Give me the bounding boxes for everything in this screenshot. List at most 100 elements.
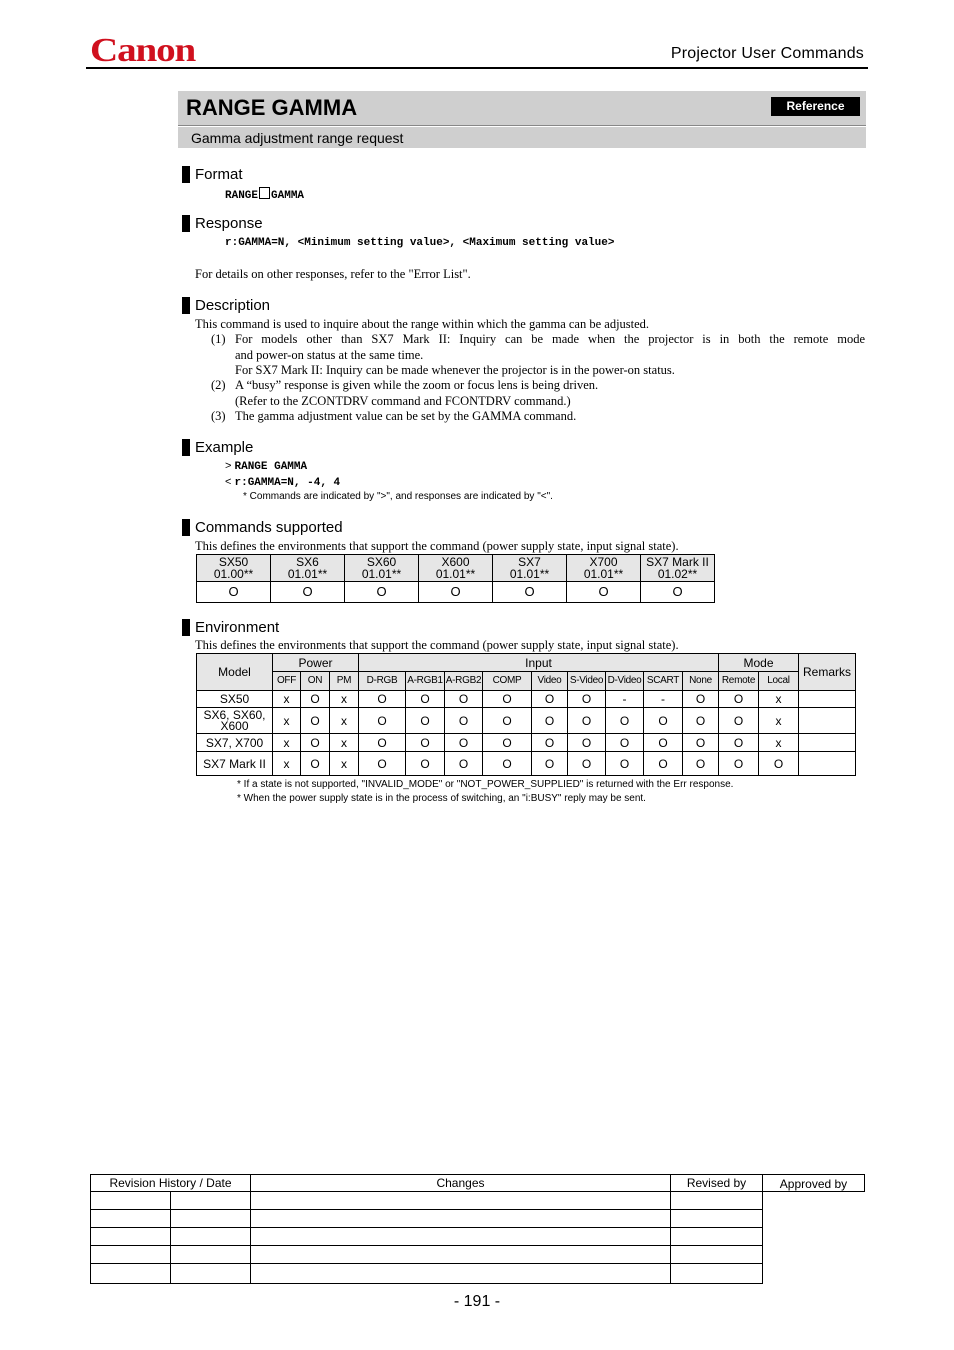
reference-badge: Reference (771, 97, 860, 116)
revision-cell (90, 1263, 171, 1284)
date-cell (170, 1227, 251, 1246)
value-cell: O (643, 707, 683, 734)
format-code: RANGE GAMMA (225, 187, 304, 202)
value-cell: - (605, 690, 644, 708)
column-header-a-rgb2: A-RGB2 (444, 671, 483, 691)
support-value-cell: O (566, 581, 641, 603)
section-description: Description (182, 297, 270, 314)
value-cell: O (405, 707, 445, 734)
value-cell: O (358, 690, 406, 708)
value-cell: O (682, 733, 719, 752)
value-cell: x (758, 690, 799, 708)
value-cell: O (482, 751, 532, 776)
value-cell: x (758, 733, 799, 752)
section-heading: Environment (195, 619, 280, 636)
value-cell: O (444, 690, 483, 708)
value-cell: x (272, 707, 301, 734)
example-response-code: r:GAMMA=N, -4, 4 (234, 477, 341, 489)
changes-cell (250, 1227, 671, 1246)
model-cell: SX7, X700 (196, 733, 273, 752)
table-row: SX7, X700 x Ox O O O O O O O O O Ox (196, 733, 856, 752)
column-header-off: OFF (272, 671, 301, 691)
value-cell: O (444, 751, 483, 776)
support-value-cell: O (492, 581, 567, 603)
revision-history-header: Revision History / Date (90, 1174, 251, 1192)
value-cell: O (567, 690, 606, 708)
remarks-cell (798, 751, 856, 776)
format-code-part1: RANGE (225, 190, 259, 202)
support-value-cell: O (344, 581, 419, 603)
value-cell: O (718, 751, 759, 776)
value-cell: x (272, 690, 301, 708)
space-box-icon (259, 187, 271, 199)
support-value-cell: O (196, 581, 271, 603)
section-marker-icon (182, 439, 190, 456)
revision-history-table: Revision History / Date Changes Revised … (90, 1174, 865, 1284)
value-cell: O (567, 707, 606, 734)
revision-row (90, 1191, 865, 1210)
value-cell: O (482, 707, 532, 734)
model-header-cell: SX6 01.01** (270, 554, 345, 582)
command-subtitle: Gamma adjustment range request (191, 130, 404, 146)
description-item-num: (1) (211, 332, 226, 346)
section-marker-icon (182, 619, 190, 636)
description-item-line: For SX7 Mark II: Inquiry can be made whe… (235, 363, 675, 377)
response-note: For details on other responses, refer to… (195, 267, 471, 281)
section-commands-supported: Commands supported (182, 519, 343, 536)
document-title: Projector User Commands (670, 45, 864, 62)
support-value-cell: O (270, 581, 345, 603)
model-cell: SX7 Mark II (196, 751, 273, 776)
header-divider (86, 67, 868, 69)
description-item-line: For models other than SX7 Mark II: Inqui… (235, 332, 865, 346)
value-cell: O (444, 707, 483, 734)
revision-cell (90, 1191, 171, 1210)
model-version: 01.01** (287, 567, 328, 581)
revised-by-header: Revised by (670, 1174, 763, 1192)
revision-row (90, 1227, 865, 1246)
model-version: 01.01** (361, 567, 402, 581)
changes-cell (250, 1245, 671, 1264)
revised-by-cell (670, 1191, 763, 1210)
section-example: Example (182, 439, 253, 456)
value-cell: O (482, 733, 532, 752)
section-response: Response (182, 215, 263, 232)
value-cell: O (358, 707, 406, 734)
value-cell: O (718, 733, 759, 752)
example-command: > RANGE GAMMA (225, 460, 307, 473)
table-row: SX6, SX60, X600 x Ox O O O O O O O O O Ox (196, 707, 856, 734)
value-cell: O (405, 733, 445, 752)
column-header-remote: Remote (718, 671, 759, 691)
column-header-on: ON (300, 671, 330, 691)
remarks-cell (798, 733, 856, 752)
environment-intro: This defines the environments that suppo… (195, 638, 679, 652)
example-note: * Commands are indicated by ">", and res… (243, 491, 553, 502)
value-cell: O (682, 707, 719, 734)
table-row: SX7 Mark II x Ox O O O O O O O O O O O (196, 751, 856, 776)
value-cell: O (444, 733, 483, 752)
value-cell: O (567, 733, 606, 752)
command-prefix: > (225, 460, 232, 472)
section-heading: Format (195, 166, 243, 183)
revised-by-cell (670, 1263, 763, 1284)
value-cell: O (300, 751, 330, 776)
value-cell: O (605, 707, 644, 734)
header-mode: Mode (718, 653, 799, 672)
header-power: Power (272, 653, 359, 672)
value-cell: O (531, 733, 568, 752)
value-cell: O (531, 751, 568, 776)
column-header-a-rgb1: A-RGB1 (405, 671, 445, 691)
environment-note: * If a state is not supported, "INVALID_… (237, 779, 734, 790)
commands-supported-table: SX50 01.00** SX6 01.01** SX60 01.01** X600 01.0… (196, 554, 715, 603)
response-prefix: < (225, 476, 232, 488)
response-code: r:GAMMA=N, <Minimum setting value>, <Max… (225, 237, 615, 249)
section-environment: Environment (182, 619, 279, 636)
value-cell: O (758, 751, 799, 776)
value-cell: O (300, 733, 330, 752)
format-code-part2: GAMMA (271, 190, 305, 202)
section-marker-icon (182, 519, 190, 536)
value-cell: x (329, 690, 359, 708)
value-cell: O (643, 751, 683, 776)
value-cell: O (300, 707, 330, 734)
revision-cell (90, 1209, 171, 1228)
date-cell (170, 1191, 251, 1210)
